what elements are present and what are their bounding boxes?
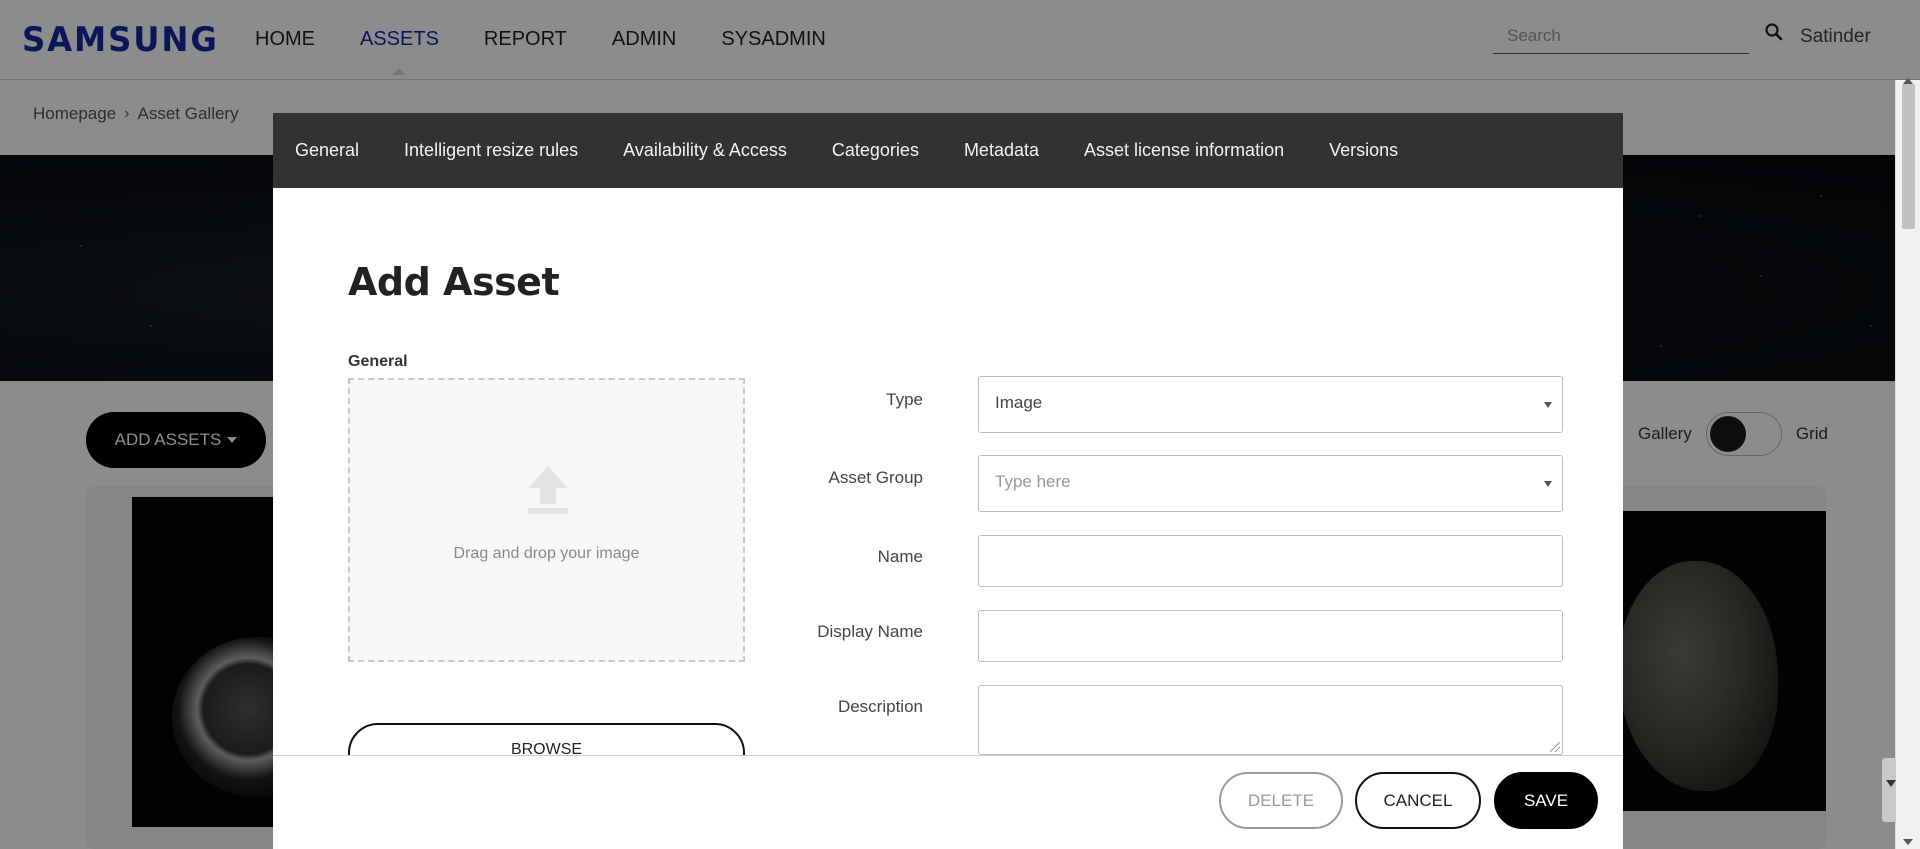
upload-icon bbox=[528, 466, 568, 514]
modal-footer: DELETE CANCEL SAVE bbox=[273, 755, 1623, 849]
tab-intelligent-resize-rules[interactable]: Intelligent resize rules bbox=[404, 140, 578, 161]
general-section-label: General bbox=[348, 353, 408, 370]
delete-button[interactable]: DELETE bbox=[1219, 772, 1343, 829]
page-scrollbar[interactable] bbox=[1895, 78, 1920, 849]
side-panel-handle[interactable] bbox=[1882, 758, 1896, 822]
scroll-thumb[interactable] bbox=[1902, 84, 1915, 229]
name-label: Name bbox=[877, 547, 923, 566]
tab-versions[interactable]: Versions bbox=[1329, 140, 1398, 161]
type-select[interactable]: Image bbox=[978, 376, 1563, 433]
dropzone-text: Drag and drop your image bbox=[453, 545, 640, 562]
description-label: Description bbox=[837, 697, 923, 716]
cancel-button[interactable]: CANCEL bbox=[1355, 772, 1481, 829]
asset-group-label: Asset Group bbox=[828, 468, 924, 487]
asset-group-select[interactable]: Type here bbox=[978, 455, 1563, 512]
chevron-down-icon bbox=[1886, 780, 1896, 787]
type-select-value: Image bbox=[995, 393, 1043, 412]
modal-title: Add Asset bbox=[348, 260, 560, 304]
add-asset-modal: General Intelligent resize rules Availab… bbox=[273, 113, 1623, 849]
display-name-field[interactable] bbox=[978, 610, 1563, 662]
browse-button[interactable]: BROWSE bbox=[348, 723, 745, 755]
caret-down-icon bbox=[1544, 402, 1552, 408]
modal-tab-bar: General Intelligent resize rules Availab… bbox=[273, 113, 1623, 188]
modal-body[interactable]: Add Asset General Drag and drop your ima… bbox=[273, 188, 1623, 755]
tab-asset-license-information[interactable]: Asset license information bbox=[1084, 140, 1284, 161]
type-label: Type bbox=[886, 390, 923, 409]
description-textarea[interactable] bbox=[978, 685, 1563, 755]
resize-grip-icon[interactable] bbox=[1550, 742, 1560, 752]
tab-metadata[interactable]: Metadata bbox=[964, 140, 1039, 161]
image-dropzone[interactable]: Drag and drop your image bbox=[348, 378, 745, 662]
tab-categories[interactable]: Categories bbox=[832, 140, 919, 161]
scroll-down-arrow-icon[interactable] bbox=[1903, 839, 1913, 845]
tab-general[interactable]: General bbox=[295, 140, 359, 161]
display-name-label: Display Name bbox=[817, 622, 923, 641]
name-field[interactable] bbox=[978, 535, 1563, 587]
caret-down-icon bbox=[1544, 481, 1552, 487]
tab-availability-access[interactable]: Availability & Access bbox=[623, 140, 787, 161]
asset-group-placeholder: Type here bbox=[995, 472, 1071, 491]
save-button[interactable]: SAVE bbox=[1494, 772, 1598, 829]
